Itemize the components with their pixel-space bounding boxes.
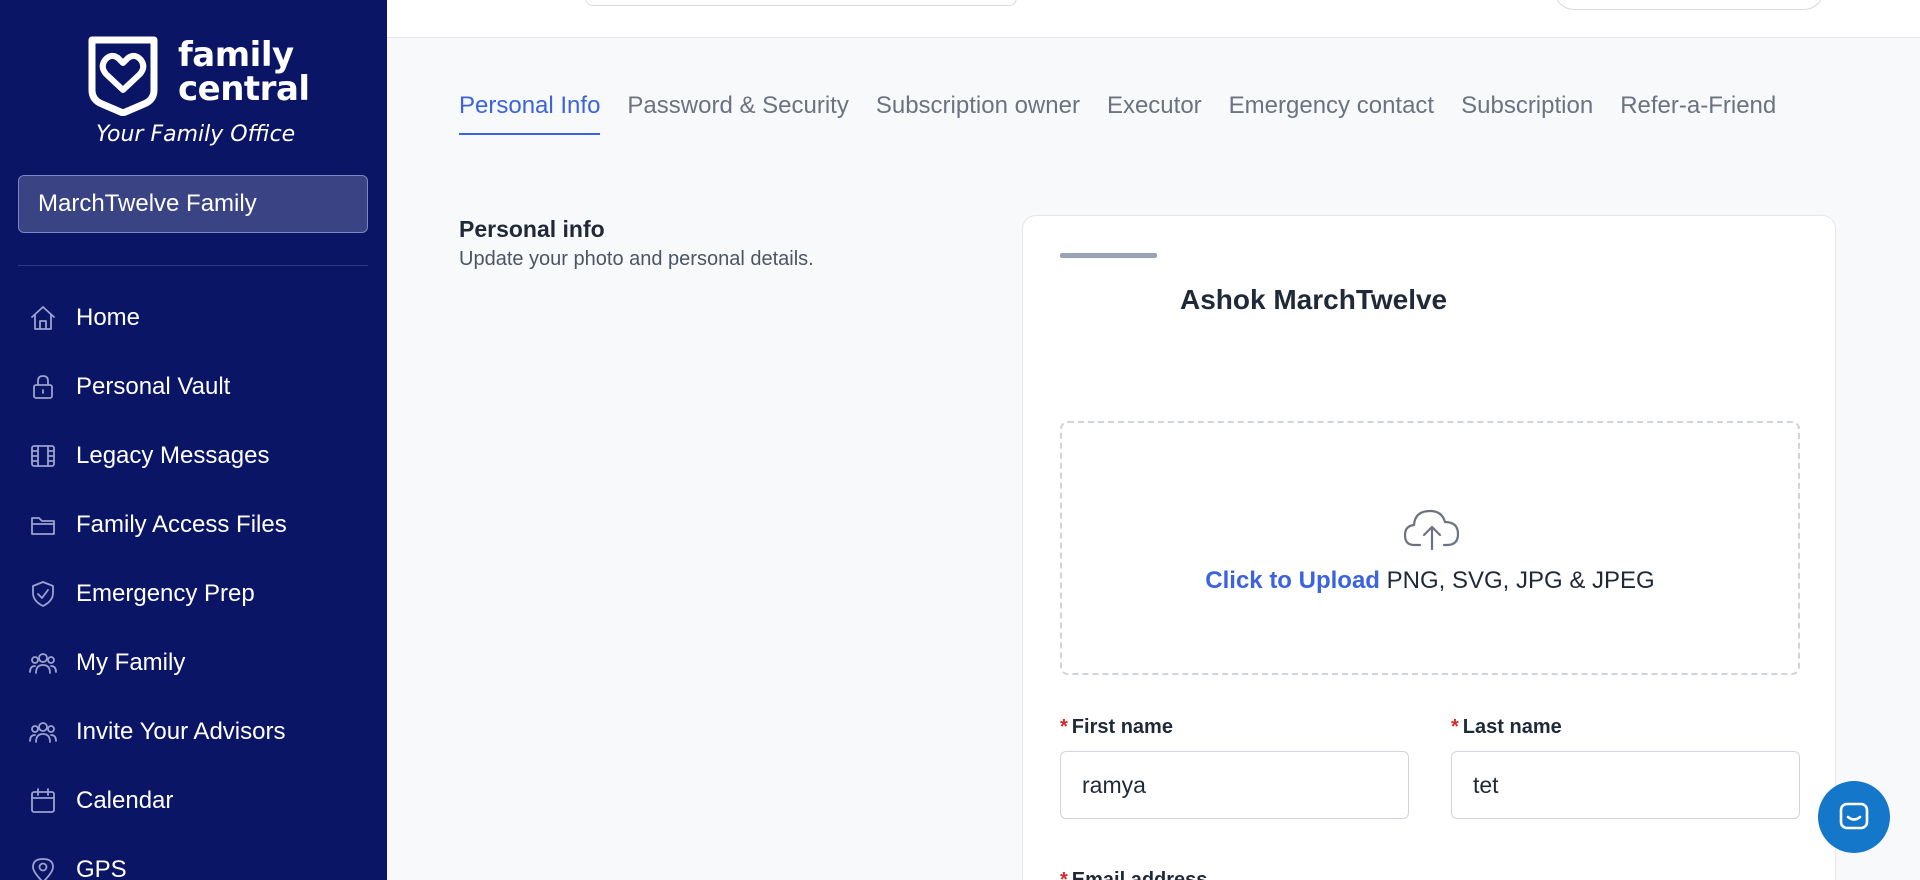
last-name-label: * Last name: [1451, 716, 1562, 739]
sidebar-item-label: Calendar: [76, 786, 174, 814]
tab-personal-info[interactable]: Personal Info: [459, 92, 601, 135]
email-label: * Email address: [1060, 869, 1207, 880]
shield-check-icon: [28, 579, 58, 609]
calendar-icon: [28, 786, 58, 816]
brand-wordmark: family central: [178, 38, 310, 106]
user-menu-button[interactable]: [1554, 0, 1824, 10]
tab-subscription[interactable]: Subscription: [1461, 92, 1593, 135]
sidebar-item-invite-advisors[interactable]: Invite Your Advisors: [0, 697, 387, 766]
brand-logo[interactable]: family central Your Family Office: [84, 34, 314, 154]
tab-password-security[interactable]: Password & Security: [627, 92, 848, 135]
sidebar-item-calendar[interactable]: Calendar: [0, 766, 387, 835]
folder-icon: [28, 510, 58, 540]
required-marker: *: [1060, 716, 1068, 738]
film-icon: [28, 441, 58, 471]
sidebar-item-legacy-messages[interactable]: Legacy Messages: [0, 421, 387, 490]
sidebar: family central Your Family Office MarchT…: [0, 0, 387, 880]
sidebar-item-label: Emergency Prep: [76, 579, 255, 607]
upload-formats: PNG, SVG, JPG & JPEG: [1386, 567, 1655, 594]
sidebar-item-personal-vault[interactable]: Personal Vault: [0, 352, 387, 421]
sidebar-item-family-access-files[interactable]: Family Access Files: [0, 490, 387, 559]
tab-subscription-owner[interactable]: Subscription owner: [876, 92, 1080, 135]
family-selector[interactable]: MarchTwelve Family: [18, 175, 368, 233]
first-name-label: * First name: [1060, 716, 1173, 739]
chat-support-button[interactable]: [1818, 781, 1890, 853]
personal-info-card: Ashok MarchTwelve Click to Upload PNG, S…: [1022, 215, 1836, 880]
section-subtitle: Update your photo and personal details.: [459, 248, 814, 270]
sidebar-item-my-family[interactable]: My Family: [0, 628, 387, 697]
lock-icon: [28, 372, 58, 402]
section-title: Personal info: [459, 216, 605, 242]
settings-tabs: Personal Info Password & Security Subscr…: [459, 92, 1803, 135]
required-marker: *: [1060, 869, 1068, 880]
sidebar-item-gps[interactable]: GPS: [0, 835, 387, 880]
users-icon: [28, 717, 58, 747]
click-to-upload-link[interactable]: Click to Upload: [1205, 567, 1380, 594]
home-icon: [28, 303, 58, 333]
sidebar-nav: Home Personal Vault Legacy Messages Fami…: [0, 283, 387, 880]
sidebar-divider: [18, 265, 368, 266]
top-bar: [387, 0, 1920, 38]
sidebar-item-label: GPS: [76, 855, 127, 880]
last-name-label-text: Last name: [1462, 716, 1562, 738]
search-input[interactable]: [585, 0, 1017, 6]
sidebar-item-home[interactable]: Home: [0, 283, 387, 352]
required-marker: *: [1451, 716, 1459, 738]
map-pin-icon: [28, 855, 58, 880]
sidebar-item-label: Legacy Messages: [76, 441, 270, 469]
brand-name-line2: central: [178, 69, 310, 109]
sidebar-item-label: Personal Vault: [76, 372, 231, 400]
heart-logo-icon: [88, 36, 158, 116]
brand-name-line1: family: [178, 35, 294, 75]
sidebar-item-label: Family Access Files: [76, 510, 287, 538]
sidebar-item-label: My Family: [76, 648, 186, 676]
chat-icon: [1839, 802, 1869, 830]
cloud-upload-icon: [1402, 505, 1462, 553]
tab-refer-a-friend[interactable]: Refer-a-Friend: [1620, 92, 1776, 135]
card-accent-bar: [1060, 253, 1157, 258]
tab-executor[interactable]: Executor: [1107, 92, 1202, 135]
profile-name: Ashok MarchTwelve: [1180, 284, 1448, 315]
tab-emergency-contact[interactable]: Emergency contact: [1229, 92, 1434, 135]
email-label-text: Email address: [1071, 869, 1208, 880]
first-name-label-text: First name: [1071, 716, 1173, 738]
sidebar-item-label: Home: [76, 303, 141, 331]
users-icon: [28, 648, 58, 678]
sidebar-item-label: Invite Your Advisors: [76, 717, 286, 745]
upload-instructions: Click to Upload PNG, SVG, JPG & JPEG: [1062, 567, 1798, 595]
sidebar-item-emergency-prep[interactable]: Emergency Prep: [0, 559, 387, 628]
first-name-field[interactable]: ramya: [1060, 751, 1409, 819]
brand-tagline: Your Family Office: [96, 122, 296, 147]
photo-upload-dropzone[interactable]: Click to Upload PNG, SVG, JPG & JPEG: [1060, 421, 1800, 675]
last-name-field[interactable]: tet: [1451, 751, 1800, 819]
